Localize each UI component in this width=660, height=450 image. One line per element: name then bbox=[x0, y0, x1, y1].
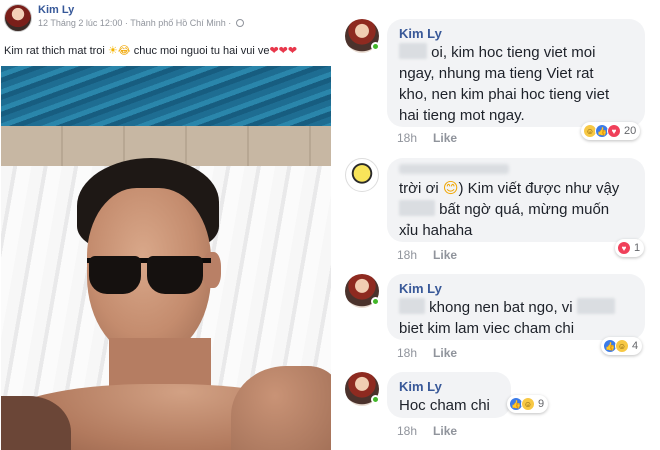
facebook-post: Kim Ly 12 Tháng 2 lúc 12:00 · Thành phố … bbox=[0, 0, 331, 450]
sun-emoji-icon: ☀ bbox=[107, 44, 118, 57]
globe-icon bbox=[235, 19, 244, 27]
redacted-name bbox=[399, 43, 427, 59]
smile-emoji-icon: 😊 bbox=[442, 179, 459, 197]
hearts-emoji-icon: ❤❤❤ bbox=[269, 44, 298, 57]
redacted-author-name bbox=[399, 164, 509, 174]
reaction-count: 9 bbox=[538, 398, 545, 410]
reactions-summary[interactable]: ☺ 👍 ♥ 20 bbox=[581, 122, 641, 140]
love-reaction-icon: ♥ bbox=[617, 241, 631, 255]
comment-text: Hoc cham chi bbox=[399, 395, 499, 416]
haha-reaction-icon: ☺ bbox=[615, 339, 629, 353]
like-link[interactable]: Like bbox=[433, 346, 457, 360]
like-link[interactable]: Like bbox=[433, 131, 457, 145]
comment-meta: 18h Like bbox=[397, 346, 457, 360]
comment-bubble: trời ơi 😊) Kim viết được như vậy bất ngờ… bbox=[387, 158, 645, 242]
comment-line: ngay, nhung ma tieng Viet rat bbox=[399, 65, 594, 82]
comment-line: Kim viết được như vậy bbox=[467, 180, 620, 197]
comment-meta: 18h Like bbox=[397, 424, 457, 438]
avatar-image bbox=[345, 158, 379, 192]
like-link[interactable]: Like bbox=[433, 424, 457, 438]
comment-time[interactable]: 18h bbox=[397, 424, 417, 438]
like-link[interactable]: Like bbox=[433, 248, 457, 262]
sunglasses-left-lens bbox=[89, 256, 141, 294]
online-status-icon bbox=[371, 297, 380, 306]
comment-line: trời ơi bbox=[399, 180, 439, 197]
comment-meta: 18h Like bbox=[397, 248, 457, 262]
reaction-count: 1 bbox=[634, 242, 641, 254]
online-status-icon bbox=[371, 42, 380, 51]
post-caption: Kim rat thich mat troi ☀😂 chuc moi nguoi… bbox=[4, 44, 297, 57]
reaction-count: 20 bbox=[624, 125, 637, 137]
redacted-name bbox=[399, 200, 435, 216]
sunglasses-right-lens bbox=[147, 256, 203, 294]
comment-text: trời ơi 😊) Kim viết được như vậy bất ngờ… bbox=[399, 179, 620, 239]
comment-author[interactable]: Kim Ly bbox=[399, 378, 499, 395]
commenter-avatar[interactable] bbox=[345, 274, 380, 308]
commenter-avatar[interactable] bbox=[345, 372, 380, 406]
reaction-count: 4 bbox=[632, 340, 639, 352]
post-timestamp-location[interactable]: 12 Tháng 2 lúc 12:00 · Thành phố Hồ Chí … bbox=[38, 18, 231, 28]
laughing-emoji-icon: 😂 bbox=[117, 44, 131, 57]
online-status-icon bbox=[371, 395, 380, 404]
post-photo[interactable] bbox=[1, 66, 331, 450]
panel-divider bbox=[331, 0, 339, 450]
comment-time[interactable]: 18h bbox=[397, 131, 417, 145]
reactions-summary[interactable]: ♥ 1 bbox=[615, 239, 645, 257]
comment-time[interactable]: 18h bbox=[397, 346, 417, 360]
comments-panel: Kim Ly oi, kim hoc tieng viet moi ngay, … bbox=[339, 0, 660, 450]
comment-line: xỉu hahaha bbox=[399, 222, 473, 239]
comment-text: khong nen bat ngo, vi biet kim lam viec … bbox=[399, 297, 633, 339]
comment-line: kho, nen kim phai hoc tieng viet bbox=[399, 86, 610, 103]
haha-reaction-icon: ☺ bbox=[521, 397, 535, 411]
comment-line: biet kim lam viec cham chi bbox=[399, 320, 575, 337]
comment-author[interactable]: Kim Ly bbox=[399, 25, 633, 42]
reactions-summary[interactable]: 👍 ☺ 4 bbox=[601, 337, 643, 355]
comment-text: oi, kim hoc tieng viet moi ngay, nhung m… bbox=[399, 42, 633, 126]
comment-line: oi, kim hoc tieng viet moi bbox=[431, 44, 596, 61]
comment-line: hai tieng mot ngay. bbox=[399, 107, 525, 124]
comment-meta: 18h Like bbox=[397, 131, 457, 145]
author-avatar[interactable] bbox=[4, 4, 32, 32]
comment-line: bất ngờ quá, mừng muốn bbox=[439, 201, 610, 218]
redacted-name bbox=[399, 298, 425, 314]
post-caption-text-2: chuc moi nguoi tu hai vui ve bbox=[133, 45, 270, 57]
comment-line: khong nen bat ngo, vi bbox=[429, 299, 573, 316]
post-caption-text-1: Kim rat thich mat troi bbox=[4, 45, 105, 57]
comment-author[interactable]: Kim Ly bbox=[399, 280, 633, 297]
commenter-avatar[interactable] bbox=[345, 19, 380, 53]
comment-time[interactable]: 18h bbox=[397, 248, 417, 262]
comment-bubble: Kim Ly oi, kim hoc tieng viet moi ngay, … bbox=[387, 19, 645, 127]
redacted-name bbox=[576, 298, 615, 314]
comment-bubble: Kim Ly Hoc cham chi bbox=[387, 372, 511, 418]
commenter-avatar[interactable] bbox=[345, 158, 379, 192]
post-meta: 12 Tháng 2 lúc 12:00 · Thành phố Hồ Chí … bbox=[38, 18, 244, 28]
comment-bubble: Kim Ly khong nen bat ngo, vi biet kim la… bbox=[387, 274, 645, 340]
love-reaction-icon: ♥ bbox=[607, 124, 621, 138]
reactions-summary[interactable]: 👍 ☺ 9 bbox=[507, 395, 549, 413]
post-author-name[interactable]: Kim Ly bbox=[38, 4, 74, 16]
comment-line: Hoc cham chi bbox=[399, 397, 490, 414]
